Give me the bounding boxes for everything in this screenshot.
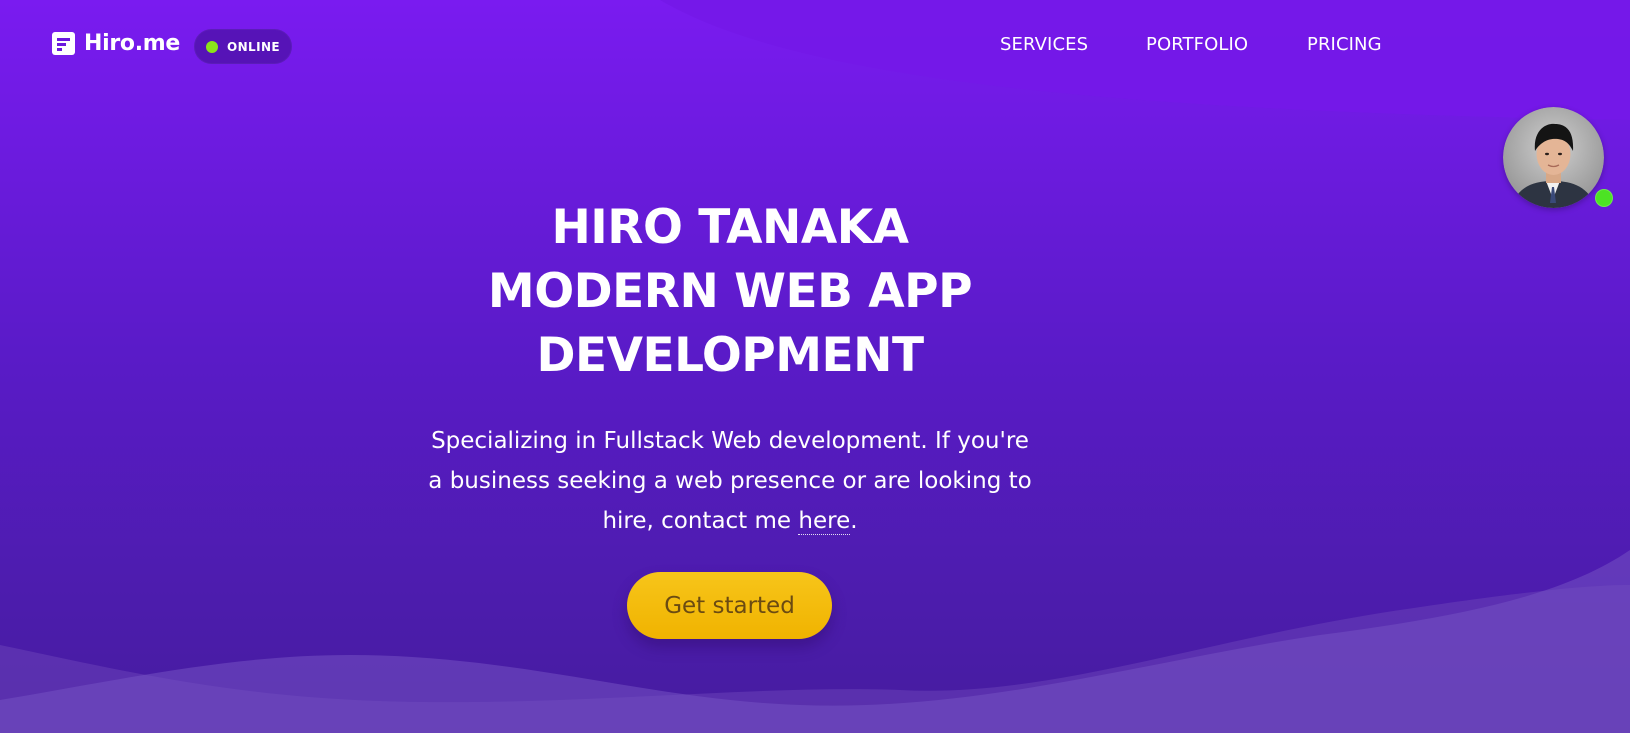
hero-description: Specializing in Fullstack Web developmen… bbox=[425, 421, 1035, 541]
hero-description-end: . bbox=[850, 508, 858, 534]
brand-name: Hiro.me bbox=[84, 31, 181, 56]
nav-link-pricing[interactable]: PRICING bbox=[1307, 34, 1382, 55]
brand-link[interactable]: Hiro.me bbox=[52, 31, 180, 56]
hero-title-line: DEVELOPMENT bbox=[536, 328, 924, 383]
profile-avatar[interactable] bbox=[1503, 107, 1613, 208]
hero-title: HIRO TANAKA MODERN WEB APP DEVELOPMENT bbox=[380, 196, 1080, 388]
avatar bbox=[1503, 107, 1604, 208]
hero-title-line: HIRO TANAKA bbox=[551, 200, 909, 255]
landing-page: Hiro.me ONLINE SERVICES PORTFOLIO PRICIN… bbox=[0, 0, 1630, 733]
hero-title-line: MODERN WEB APP bbox=[487, 264, 973, 319]
nav-link-portfolio[interactable]: PORTFOLIO bbox=[1146, 34, 1248, 55]
top-wave-shape bbox=[660, 0, 1630, 120]
online-dot-icon bbox=[206, 40, 218, 53]
document-lines-icon bbox=[52, 32, 75, 55]
hero-description-text: Specializing in Fullstack Web developmen… bbox=[428, 428, 1032, 534]
status-label: ONLINE bbox=[227, 39, 280, 54]
get-started-button[interactable]: Get started bbox=[627, 572, 832, 639]
online-status-dot-icon bbox=[1595, 189, 1613, 207]
status-badge: ONLINE bbox=[194, 29, 292, 64]
hero-section: HIRO TANAKA MODERN WEB APP DEVELOPMENT S… bbox=[380, 196, 1080, 541]
nav-link-services[interactable]: SERVICES bbox=[1000, 34, 1088, 55]
contact-link[interactable]: here bbox=[798, 508, 851, 535]
